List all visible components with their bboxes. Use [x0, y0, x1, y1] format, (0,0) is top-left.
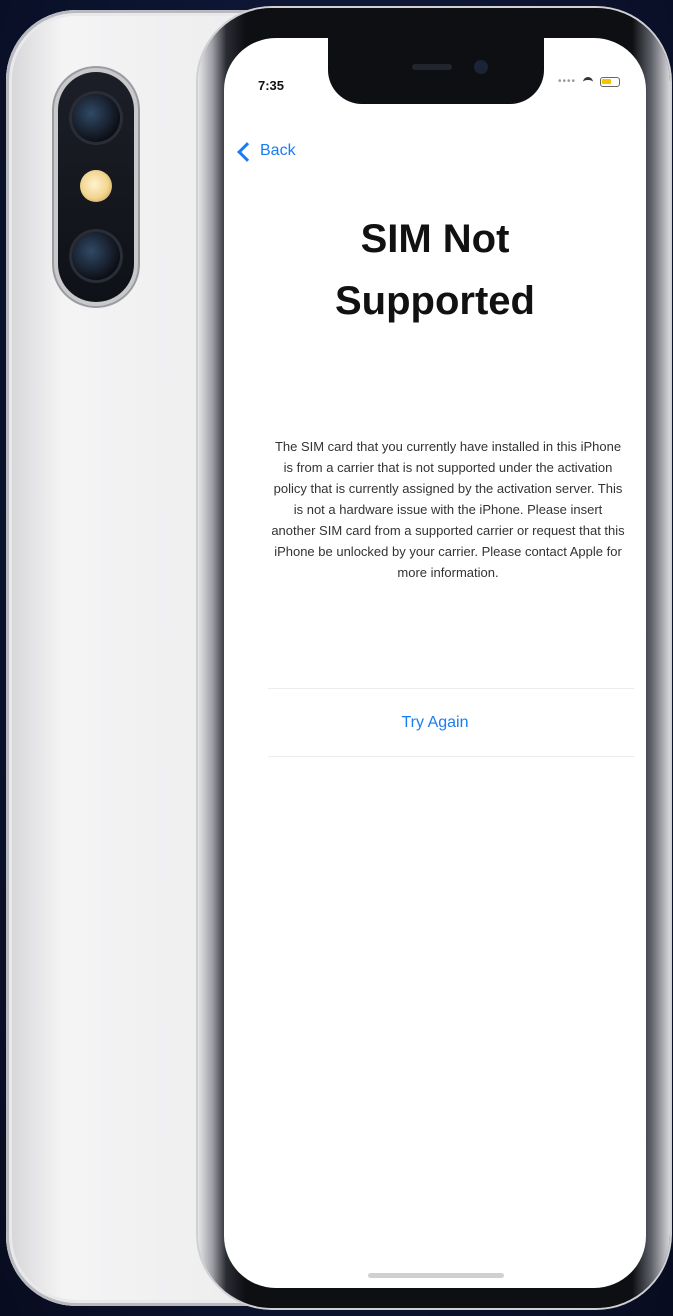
flash-icon — [80, 170, 112, 202]
speaker-grille — [412, 64, 452, 70]
product-image: 7:35 •••• Back SIM Not Supported The SIM… — [0, 0, 673, 1316]
front-camera-icon — [474, 60, 488, 74]
iphone-front: 7:35 •••• Back SIM Not Supported The SIM… — [198, 8, 670, 1308]
signal-icon: •••• — [557, 76, 576, 87]
divider — [268, 688, 634, 689]
camera-lens-icon — [72, 94, 120, 142]
camera-lens-icon — [72, 232, 120, 280]
battery-icon — [600, 76, 620, 87]
notch — [328, 38, 544, 104]
status-time: 7:35 — [258, 78, 285, 93]
chevron-left-icon — [237, 141, 257, 162]
divider — [268, 756, 634, 757]
try-again-button[interactable]: Try Again — [224, 714, 646, 732]
page-title: SIM Not Supported — [335, 217, 535, 323]
wifi-icon — [582, 76, 594, 87]
back-label: Back — [260, 142, 296, 159]
camera-module — [58, 72, 134, 302]
error-message: The SIM card that you currently have ins… — [271, 439, 625, 580]
home-indicator[interactable] — [368, 1273, 504, 1278]
phone-screen: 7:35 •••• Back SIM Not Supported The SIM… — [224, 38, 646, 1288]
status-indicators: •••• — [558, 76, 620, 87]
back-button[interactable]: Back — [237, 141, 296, 162]
